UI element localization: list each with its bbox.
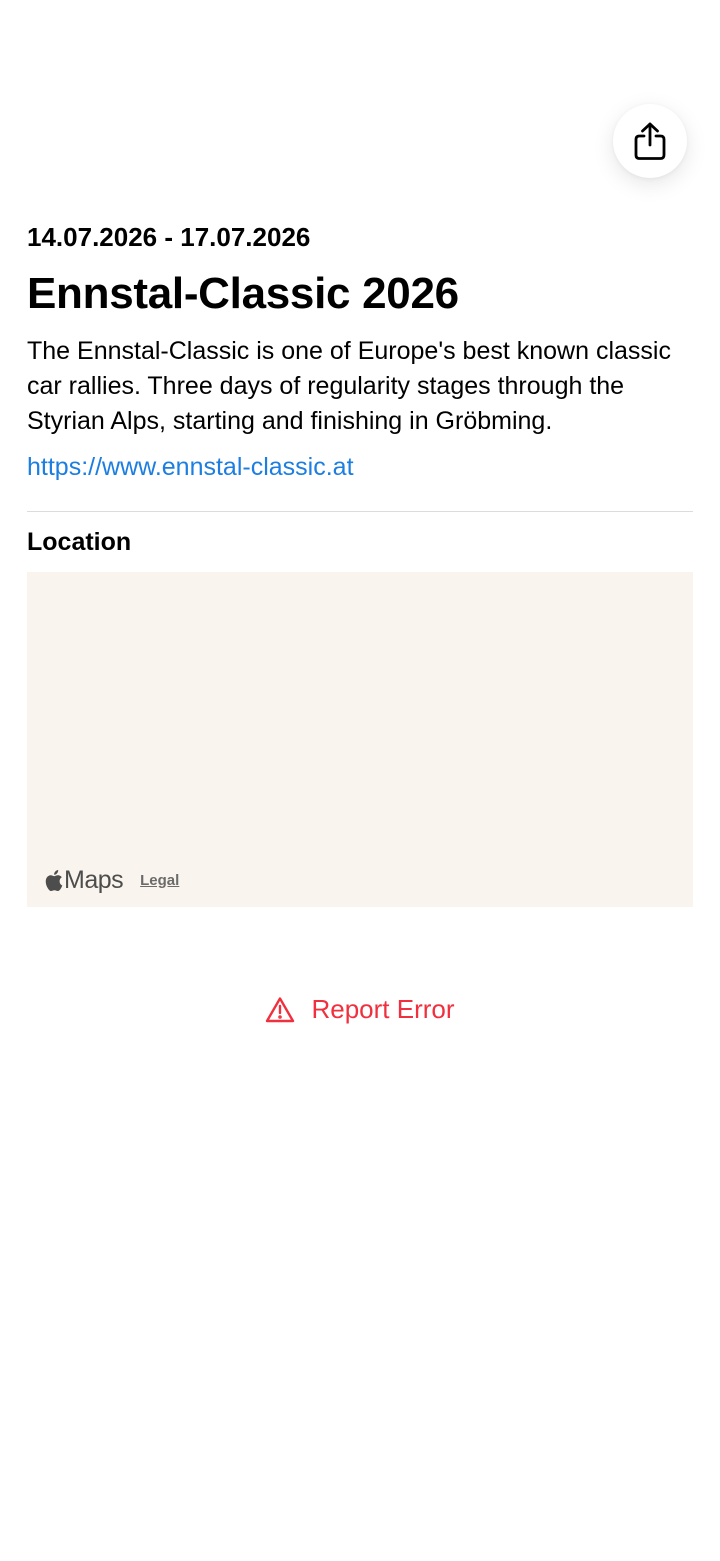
location-section-title: Location	[27, 528, 132, 556]
event-title: Ennstal-Classic 2026	[27, 269, 459, 318]
event-website-link[interactable]: https://www.ennstal-classic.at	[27, 450, 693, 485]
event-details: 14.07.2026 - 17.07.2026 Ennstal-Classic …	[27, 218, 693, 907]
share-button[interactable]	[613, 104, 687, 178]
apple-logo-icon	[45, 869, 63, 891]
maps-provider-label: Maps	[64, 866, 124, 894]
map-attribution: Maps Legal	[44, 866, 179, 894]
report-error-content: Report Error	[265, 988, 455, 1030]
report-error-label: Report Error	[311, 994, 455, 1024]
event-dates: 14.07.2026 - 17.07.2026	[27, 222, 311, 252]
divider	[27, 511, 693, 512]
share-icon	[632, 121, 668, 161]
legal-link[interactable]: Legal	[140, 872, 179, 889]
event-description: The Ennstal-Classic is one of Europe's b…	[27, 337, 671, 435]
location-map[interactable]: Maps Legal	[27, 572, 693, 907]
warning-triangle-icon	[265, 996, 311, 1023]
apple-maps-logo: Maps	[44, 866, 124, 894]
report-error-button[interactable]: Report Error	[0, 988, 720, 1030]
